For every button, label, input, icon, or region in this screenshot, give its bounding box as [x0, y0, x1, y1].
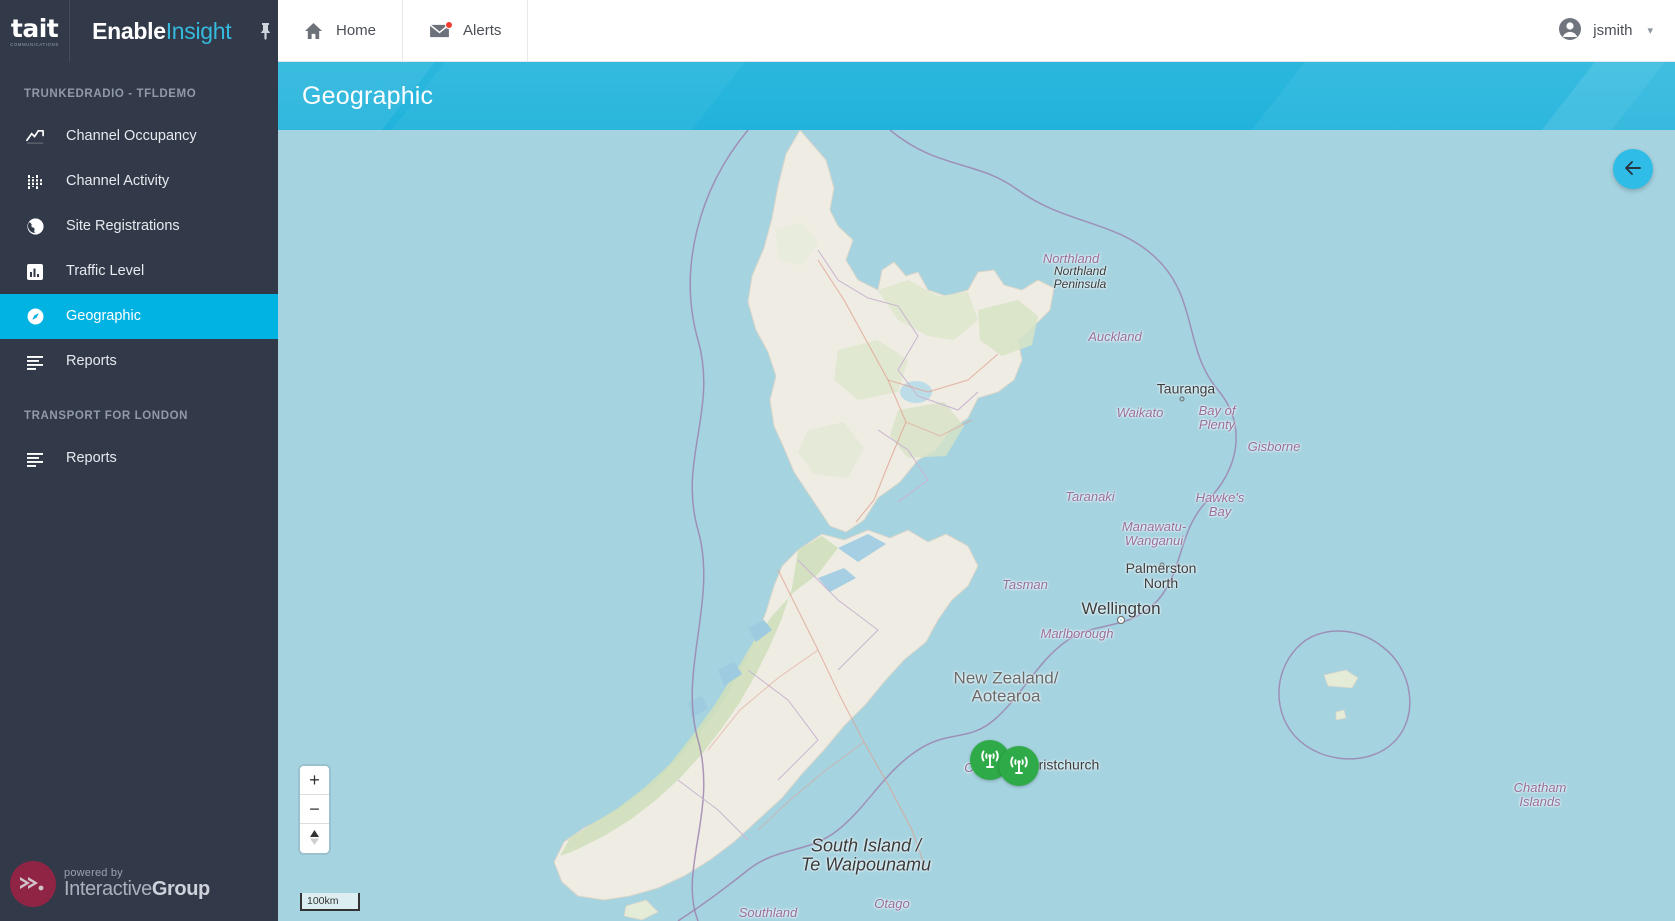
- envelope-icon: [429, 20, 454, 39]
- topnav-item-alerts[interactable]: Alerts: [403, 0, 529, 61]
- sidebar-item-label: Reports: [66, 353, 117, 370]
- compass-needle-icon: [308, 829, 321, 849]
- zoom-out-button[interactable]: −: [300, 795, 329, 824]
- sidebar-item-label: Geographic: [66, 308, 141, 325]
- arrow-left-icon: [1623, 158, 1643, 181]
- chevron-down-icon: ▾: [1647, 25, 1653, 37]
- topnav-item-home[interactable]: Home: [278, 0, 404, 61]
- sidebar-item-label: Traffic Level: [66, 263, 145, 280]
- trend-line-icon: [24, 126, 46, 148]
- grid-waveform-icon: [24, 171, 46, 193]
- application-root: tait communications EnableInsight TRUNKE…: [0, 0, 1675, 921]
- alert-badge-dot: [445, 20, 454, 29]
- zoom-in-button[interactable]: +: [300, 766, 329, 795]
- plus-icon: +: [309, 770, 320, 790]
- tait-logo[interactable]: tait communications: [0, 0, 71, 62]
- minus-icon: −: [309, 799, 320, 819]
- company-bold: Group: [151, 878, 210, 901]
- sidebar-item-reports-tfl[interactable]: Reports: [0, 436, 278, 481]
- page-header: Geographic: [278, 62, 1675, 130]
- sidebar-item-site-registrations[interactable]: Site Registrations: [0, 204, 278, 249]
- topnav-label: Home: [336, 22, 377, 39]
- map-canvas: [278, 130, 1675, 921]
- powered-by-interactive-group: powered by InteractiveGroup: [10, 861, 210, 907]
- map-zoom-controls: + −: [300, 766, 329, 853]
- site-marker[interactable]: [999, 746, 1039, 786]
- sidebar: tait communications EnableInsight TRUNKE…: [0, 0, 278, 921]
- product-name-part2: Insight: [165, 17, 232, 44]
- powered-by-text: powered by InteractiveGroup: [64, 867, 210, 901]
- interactive-group-name: InteractiveGroup: [64, 879, 210, 900]
- bar-chart-icon: [24, 261, 46, 283]
- sidebar-item-channel-activity[interactable]: Channel Activity: [0, 159, 278, 204]
- user-menu[interactable]: jsmith ▾: [1544, 0, 1675, 61]
- home-icon: [304, 22, 323, 40]
- topnav-label: Alerts: [463, 22, 502, 39]
- company-light: Interactive: [64, 878, 152, 901]
- page-title: Geographic: [302, 81, 434, 110]
- brand-bar: tait communications EnableInsight: [0, 0, 278, 62]
- header-band-3: [1179, 62, 1675, 130]
- list-lines-icon: [24, 448, 46, 470]
- sidebar-item-label: Site Registrations: [66, 218, 180, 235]
- city-dot-wellington: [1117, 616, 1125, 624]
- sidebar-item-traffic-level[interactable]: Traffic Level: [0, 249, 278, 294]
- radio-tower-icon: [978, 746, 1002, 775]
- tait-logo-wordmark: tait: [10, 13, 59, 43]
- globe-icon: [24, 216, 46, 238]
- pin-icon[interactable]: [253, 18, 278, 44]
- header-band-4: [1469, 62, 1675, 130]
- sidebar-group-label-1: TRANSPORT FOR LONDON: [24, 410, 189, 422]
- sidebar-item-geographic[interactable]: Geographic: [0, 294, 278, 339]
- city-dot-palmerston-north: [1159, 562, 1165, 568]
- product-name-part1: Enable: [92, 17, 166, 44]
- user-name: jsmith: [1593, 22, 1633, 39]
- sidebar-item-label: Channel Occupancy: [66, 128, 197, 145]
- reset-bearing-button[interactable]: [300, 824, 329, 853]
- city-dot-tauranga: [1179, 396, 1185, 402]
- sidebar-item-reports-trunkedradio[interactable]: Reports: [0, 339, 278, 384]
- sidebar-item-label: Channel Activity: [66, 173, 170, 190]
- map-viewport[interactable]: Northland Northland Peninsula Auckland T…: [278, 130, 1675, 921]
- sidebar-group-label-0: TRUNKEDRADIO - TFLDEMO: [24, 88, 197, 100]
- top-navigation-bar: Home Alerts jsmith ▾: [278, 0, 1675, 62]
- account-circle-icon: [1558, 17, 1582, 45]
- product-name: EnableInsight: [92, 17, 232, 45]
- interactive-group-chevrons-icon: [10, 861, 56, 907]
- scale-label: 100km: [307, 895, 339, 907]
- sidebar-item-label: Reports: [66, 450, 117, 467]
- radio-tower-icon: [1007, 752, 1031, 781]
- map-scale-bar: 100km: [300, 893, 360, 911]
- back-button[interactable]: [1613, 149, 1653, 189]
- list-lines-icon: [24, 351, 46, 373]
- compass-icon: [24, 306, 46, 328]
- sidebar-nav: TRUNKEDRADIO - TFLDEMO Channel Occupancy: [0, 62, 278, 481]
- sidebar-item-channel-occupancy[interactable]: Channel Occupancy: [0, 114, 278, 159]
- main-area: Home Alerts jsmith ▾ Geographic Northlan…: [278, 0, 1675, 921]
